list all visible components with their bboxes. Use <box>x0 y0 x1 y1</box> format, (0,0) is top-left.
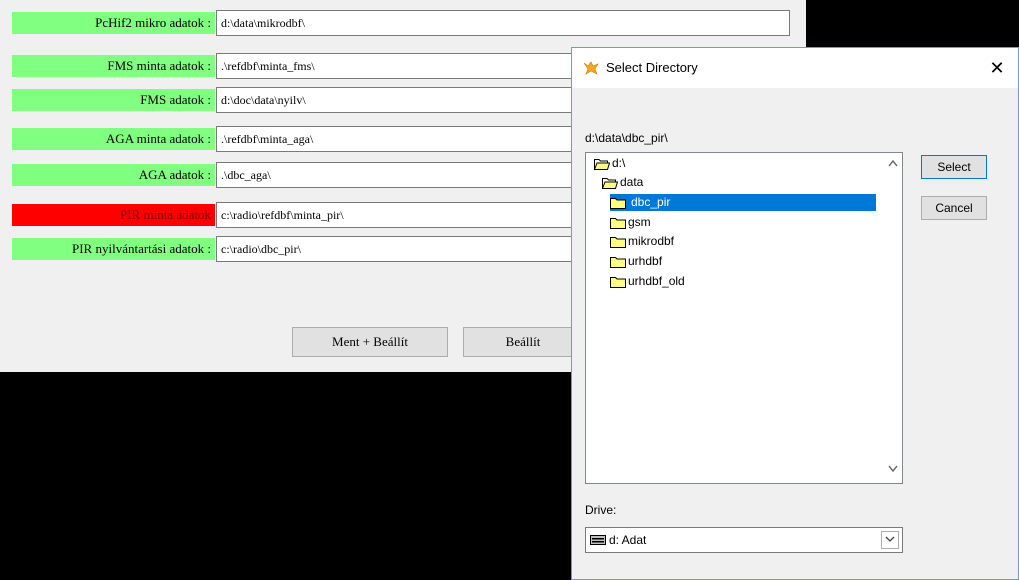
dialog-titlebar: Select Directory ✕ <box>572 48 1018 88</box>
save-apply-button[interactable]: Ment + Beállít <box>292 327 448 357</box>
chevron-down-icon[interactable] <box>881 531 899 549</box>
tree-item-urhdbf-old[interactable]: urhdbf_old <box>610 273 685 290</box>
tree-item-dbc-pir[interactable]: dbc_pir <box>610 194 876 211</box>
input-pchif2[interactable]: d:\data\mikrodbf\ <box>216 10 790 36</box>
tree-item-root[interactable]: d:\ <box>594 155 625 172</box>
input-pir-minta[interactable]: c:\radio\refdbf\minta_pir\ <box>216 202 616 228</box>
input-fms[interactable]: d:\doc\data\nyilv\ <box>216 87 616 113</box>
app-fox-icon <box>583 61 599 75</box>
tree-item-gsm[interactable]: gsm <box>610 214 651 231</box>
cancel-button[interactable]: Cancel <box>921 196 987 220</box>
tree-item-label: gsm <box>628 215 651 229</box>
open-folder-icon <box>594 158 610 170</box>
label-fms-minta: FMS minta adatok : <box>12 55 215 77</box>
folder-icon <box>610 256 626 268</box>
scroll-up-icon[interactable] <box>888 159 898 167</box>
tree-item-label: data <box>620 175 644 189</box>
input-aga[interactable]: .\dbc_aga\ <box>216 162 616 188</box>
dialog-title: Select Directory <box>606 60 698 75</box>
drive-label: Drive: <box>585 503 617 517</box>
drive-select[interactable]: d: Adat <box>585 527 903 553</box>
select-directory-dialog: Select Directory ✕ d:\data\dbc_pir\ d:\ … <box>571 47 1019 580</box>
directory-tree[interactable]: d:\ data dbc_pir gsm mikrodbf urhdbf urh… <box>585 152 903 484</box>
apply-button[interactable]: Beállít <box>463 327 583 357</box>
label-aga: AGA adatok : <box>12 164 215 186</box>
folder-icon <box>610 276 626 288</box>
drive-value: d: Adat <box>609 533 647 547</box>
close-icon[interactable]: ✕ <box>982 48 1012 88</box>
tree-item-urhdbf[interactable]: urhdbf <box>610 253 662 270</box>
tree-item-label: urhdbf_old <box>628 274 685 288</box>
open-folder-icon <box>602 177 618 189</box>
label-pir-nyilv: PIR nyilvántartási adatok : <box>12 238 215 260</box>
label-aga-minta: AGA minta adatok : <box>12 128 215 150</box>
input-pir-nyilv[interactable]: c:\radio\dbc_pir\ <box>216 236 616 262</box>
input-aga-minta[interactable]: .\refdbf\minta_aga\ <box>216 126 616 152</box>
folder-icon <box>610 236 626 248</box>
tree-item-label: dbc_pir <box>631 195 671 209</box>
tree-item-label: urhdbf <box>628 254 663 268</box>
select-button[interactable]: Select <box>921 155 987 179</box>
hard-drive-icon <box>590 535 606 545</box>
tree-item-data[interactable]: data <box>602 174 643 191</box>
label-pir-minta: PIR minta adatok <box>12 204 215 226</box>
label-pchif2: PcHif2 mikro adatok : <box>12 12 215 34</box>
tree-item-label: d:\ <box>612 156 626 170</box>
tree-item-label: mikrodbf <box>628 234 675 248</box>
input-fms-minta[interactable]: .\refdbf\minta_fms\ <box>216 53 616 79</box>
folder-icon <box>610 197 626 209</box>
scroll-down-icon[interactable] <box>888 465 898 473</box>
label-fms: FMS adatok : <box>12 89 215 111</box>
folder-icon <box>610 217 626 229</box>
current-path: d:\data\dbc_pir\ <box>585 131 668 145</box>
tree-item-mikrodbf[interactable]: mikrodbf <box>610 233 674 250</box>
